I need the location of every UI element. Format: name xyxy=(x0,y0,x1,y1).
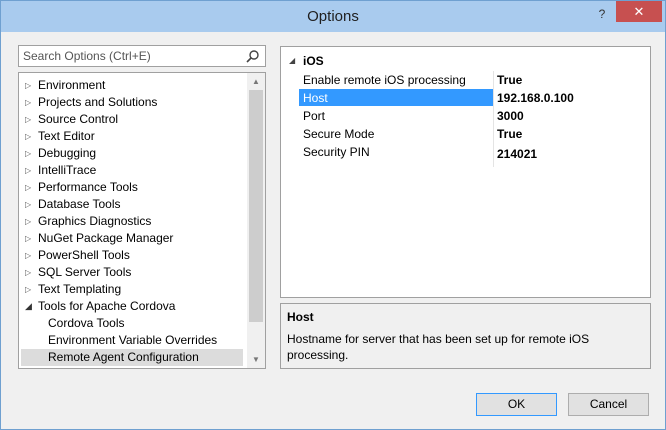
expand-arrow-icon[interactable]: ▷ xyxy=(25,179,35,196)
tree-item-label: PowerShell Tools xyxy=(38,248,130,262)
property-row-security-pin[interactable]: Security PIN 214021 xyxy=(281,143,650,161)
tree-item-label: Cordova Tools xyxy=(48,316,125,330)
title-bar[interactable]: Options ? ✕ xyxy=(1,1,665,32)
expand-arrow-icon[interactable]: ▷ xyxy=(25,213,35,230)
property-value[interactable]: 214021 xyxy=(495,145,650,162)
property-name[interactable]: Host xyxy=(299,89,493,106)
cancel-button[interactable]: Cancel xyxy=(568,393,649,416)
close-button[interactable]: ✕ xyxy=(616,1,662,22)
description-panel: Host Hostname for server that has been s… xyxy=(280,303,651,369)
tree-item-performance-tools[interactable]: ▷ Performance Tools xyxy=(21,179,243,196)
tree-item-label: Database Tools xyxy=(38,197,121,211)
tree-item-environment-variable-overrides[interactable]: Environment Variable Overrides xyxy=(21,332,243,349)
tree-item-label: Environment xyxy=(38,78,106,92)
category-label: iOS xyxy=(303,54,324,68)
expand-arrow-icon[interactable]: ▷ xyxy=(25,111,35,128)
tree-scrollbar[interactable]: ▲ ▼ xyxy=(247,73,265,368)
tree-item-powershell-tools[interactable]: ▷ PowerShell Tools xyxy=(21,247,243,264)
options-dialog: Options ? ✕ ▷ Environment ▷ Projects and… xyxy=(0,0,666,430)
search-box[interactable] xyxy=(18,45,266,67)
expand-arrow-icon[interactable]: ▷ xyxy=(25,281,35,298)
tree-item-label: Graphics Diagnostics xyxy=(38,214,152,228)
expand-arrow-icon[interactable]: ▷ xyxy=(25,264,35,281)
expand-arrow-icon[interactable]: ▷ xyxy=(25,162,35,179)
tree-item-label: Tools for Apache Cordova xyxy=(38,299,176,313)
close-icon: ✕ xyxy=(633,4,645,19)
tree-item-database-tools[interactable]: ▷ Database Tools xyxy=(21,196,243,213)
window-title: Options xyxy=(307,8,359,25)
property-category-ios[interactable]: ◢ iOS xyxy=(281,52,650,70)
property-value[interactable]: 3000 xyxy=(495,107,650,124)
tree-item-label: Performance Tools xyxy=(38,180,138,194)
tree-item-sql-server-tools[interactable]: ▷ SQL Server Tools xyxy=(21,264,243,281)
tree-item-label: Projects and Solutions xyxy=(38,95,158,109)
collapse-arrow-icon[interactable]: ◢ xyxy=(289,52,295,70)
property-value[interactable]: True xyxy=(495,125,650,142)
scroll-thumb[interactable] xyxy=(249,90,263,322)
property-grid: ◢ iOS Enable remote iOS processing True … xyxy=(280,46,651,298)
tree-item-remote-agent-configuration[interactable]: Remote Agent Configuration xyxy=(21,349,243,366)
tree-item-nuget-package-manager[interactable]: ▷ NuGet Package Manager xyxy=(21,230,243,247)
expand-arrow-icon[interactable]: ▷ xyxy=(25,94,35,111)
property-row-enable-remote-ios[interactable]: Enable remote iOS processing True xyxy=(281,71,650,89)
tree-item-projects-and-solutions[interactable]: ▷ Projects and Solutions xyxy=(21,94,243,111)
scroll-up-arrow-icon[interactable]: ▲ xyxy=(247,73,265,90)
tree-item-label: SQL Server Tools xyxy=(38,265,132,279)
property-name[interactable]: Port xyxy=(299,107,493,124)
property-name[interactable]: Security PIN xyxy=(299,143,493,160)
search-input[interactable] xyxy=(19,46,239,66)
expand-arrow-icon[interactable]: ▷ xyxy=(25,196,35,213)
description-text: Hostname for server that has been set up… xyxy=(287,332,590,362)
property-row-host[interactable]: Host 192.168.0.100 xyxy=(281,89,650,107)
tree-item-text-editor[interactable]: ▷ Text Editor xyxy=(21,128,243,145)
scroll-down-arrow-icon[interactable]: ▼ xyxy=(247,351,265,368)
tree-item-graphics-diagnostics[interactable]: ▷ Graphics Diagnostics xyxy=(21,213,243,230)
collapse-arrow-icon[interactable]: ◢ xyxy=(25,298,35,315)
tree-item-label: Environment Variable Overrides xyxy=(48,333,218,347)
tree-item-label: NuGet Package Manager xyxy=(38,231,174,245)
tree-item-label: IntelliTrace xyxy=(38,163,97,177)
expand-arrow-icon[interactable]: ▷ xyxy=(25,247,35,264)
help-button[interactable]: ? xyxy=(595,7,609,23)
search-icon[interactable] xyxy=(245,49,261,63)
tree-item-intellitrace[interactable]: ▷ IntelliTrace xyxy=(21,162,243,179)
tree-item-text-templating[interactable]: ▷ Text Templating xyxy=(21,281,243,298)
ok-button[interactable]: OK xyxy=(476,393,557,416)
property-name[interactable]: Secure Mode xyxy=(299,125,493,142)
tree-item-label: Remote Agent Configuration xyxy=(48,350,199,364)
description-title: Host xyxy=(287,310,314,324)
tree-item-source-control[interactable]: ▷ Source Control xyxy=(21,111,243,128)
tree-item-debugging[interactable]: ▷ Debugging xyxy=(21,145,243,162)
tree-item-tools-for-apache-cordova[interactable]: ◢ Tools for Apache Cordova xyxy=(21,298,243,315)
property-row-secure-mode[interactable]: Secure Mode True xyxy=(281,125,650,143)
property-row-port[interactable]: Port 3000 xyxy=(281,107,650,125)
tree-item-cordova-tools[interactable]: Cordova Tools xyxy=(21,315,243,332)
expand-arrow-icon[interactable]: ▷ xyxy=(25,77,35,94)
property-value[interactable]: 192.168.0.100 xyxy=(495,89,650,106)
property-value[interactable]: True xyxy=(495,71,650,88)
tree-item-label: Text Editor xyxy=(38,129,95,143)
tree-item-label: Text Templating xyxy=(38,282,122,296)
tree-item-label: Debugging xyxy=(38,146,97,160)
expand-arrow-icon[interactable]: ▷ xyxy=(25,145,35,162)
property-name[interactable]: Enable remote iOS processing xyxy=(299,71,493,88)
expand-arrow-icon[interactable]: ▷ xyxy=(25,128,35,145)
tree-item-environment[interactable]: ▷ Environment xyxy=(21,77,243,94)
tree-item-label: Source Control xyxy=(38,112,119,126)
options-tree[interactable]: ▷ Environment ▷ Projects and Solutions ▷… xyxy=(18,72,266,369)
expand-arrow-icon[interactable]: ▷ xyxy=(25,230,35,247)
